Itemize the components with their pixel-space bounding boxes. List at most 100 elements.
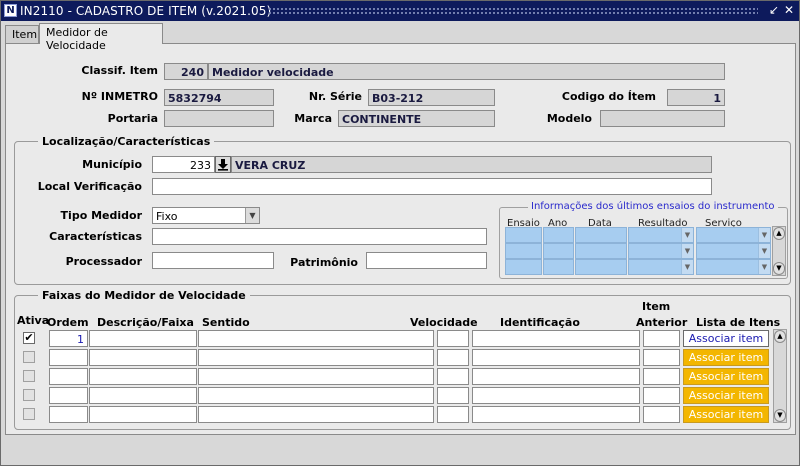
chevron-down-icon: ▼ — [758, 244, 770, 258]
classif-item-label: Classif. Item — [81, 64, 158, 77]
ensaio-cell[interactable] — [505, 243, 542, 259]
sentido-input[interactable] — [198, 330, 434, 347]
minimize-icon[interactable]: ↙ — [767, 3, 781, 18]
marca-label: Marca — [294, 112, 332, 125]
sentido-input[interactable] — [198, 368, 434, 385]
title-bar: N IN2110 - CADASTRO DE ITEM (v.2021.05) … — [1, 1, 799, 21]
velocidade-input[interactable] — [437, 406, 469, 423]
scroll-down-icon[interactable]: ▼ — [773, 262, 785, 275]
caracteristicas-input[interactable] — [152, 228, 487, 245]
descricao-input[interactable] — [89, 349, 197, 366]
scroll-up-icon[interactable]: ▲ — [773, 227, 785, 240]
ano-cell[interactable] — [543, 259, 574, 275]
tab-item[interactable]: Item — [5, 25, 39, 43]
ensaio-cell[interactable] — [505, 227, 542, 243]
processador-input[interactable] — [152, 252, 274, 269]
col-anterior: Anterior — [636, 316, 688, 329]
serie-field: B03-212 — [368, 89, 495, 106]
velocidade-input[interactable] — [437, 387, 469, 404]
tipo-medidor-label: Tipo Medidor — [60, 209, 142, 222]
associar-item-button[interactable]: Associar item — [683, 387, 769, 404]
ativa-checkbox[interactable] — [23, 389, 35, 401]
servico-cell[interactable]: ▼ — [696, 259, 771, 275]
close-icon[interactable]: ✕ — [782, 3, 796, 18]
data-cell[interactable] — [575, 243, 627, 259]
descricao-input[interactable] — [89, 330, 197, 347]
inmetro-field: 5832794 — [164, 89, 274, 106]
velocidade-input[interactable] — [437, 368, 469, 385]
velocidade-input[interactable] — [437, 330, 469, 347]
resultado-cell[interactable]: ▼ — [628, 227, 694, 243]
municipio-code-input[interactable]: 233 — [152, 156, 215, 173]
associar-item-button[interactable]: Associar item — [683, 349, 769, 366]
sentido-input[interactable] — [198, 387, 434, 404]
servico-cell[interactable]: ▼ — [696, 243, 771, 259]
processador-label: Processador — [65, 255, 142, 268]
municipio-lookup-button[interactable] — [215, 156, 231, 173]
scroll-down-icon[interactable]: ▼ — [774, 409, 786, 422]
chevron-down-icon: ▼ — [681, 244, 693, 258]
identificacao-input[interactable] — [472, 349, 640, 366]
ano-cell[interactable] — [543, 243, 574, 259]
item-anterior-input[interactable] — [643, 406, 680, 423]
ativa-checkbox[interactable]: ✔ — [23, 332, 35, 344]
scroll-up-icon[interactable]: ▲ — [774, 330, 786, 343]
item-anterior-input[interactable] — [643, 330, 680, 347]
descricao-input[interactable] — [89, 406, 197, 423]
identificacao-input[interactable] — [472, 330, 640, 347]
ativa-checkbox[interactable] — [23, 370, 35, 382]
ordem-input[interactable]: 1 — [49, 330, 88, 347]
velocidade-input[interactable] — [437, 349, 469, 366]
col-ativa: Ativa — [17, 314, 50, 327]
associar-item-button[interactable]: Associar item — [683, 368, 769, 385]
window-title: IN2110 - CADASTRO DE ITEM (v.2021.05) — [20, 4, 272, 18]
servico-cell[interactable]: ▼ — [696, 227, 771, 243]
patrimonio-label: Patrimônio — [290, 256, 358, 269]
descricao-input[interactable] — [89, 387, 197, 404]
tab-medidor-velocidade[interactable]: Medidor de Velocidade — [39, 23, 163, 52]
item-anterior-input[interactable] — [643, 368, 680, 385]
col-lista-itens: Lista de Itens — [696, 316, 781, 329]
sentido-input[interactable] — [198, 406, 434, 423]
item-anterior-input[interactable] — [643, 387, 680, 404]
item-anterior-input[interactable] — [643, 349, 680, 366]
resultado-cell[interactable]: ▼ — [628, 259, 694, 275]
ano-cell[interactable] — [543, 227, 574, 243]
resultado-cell[interactable]: ▼ — [628, 243, 694, 259]
col-item-top-label: Item — [642, 300, 671, 313]
marca-field: CONTINENTE — [338, 110, 495, 127]
identificacao-input[interactable] — [472, 406, 640, 423]
ordem-input[interactable] — [49, 368, 88, 385]
ativa-checkbox[interactable] — [23, 351, 35, 363]
chevron-down-icon: ▼ — [758, 228, 770, 242]
ordem-input[interactable] — [49, 349, 88, 366]
associar-item-button[interactable]: Associar item — [683, 406, 769, 423]
ensaios-scrollbar[interactable]: ▲ ▼ — [772, 226, 786, 276]
patrimonio-input[interactable] — [366, 252, 487, 269]
app-window: N IN2110 - CADASTRO DE ITEM (v.2021.05) … — [0, 0, 800, 466]
identificacao-input[interactable] — [472, 387, 640, 404]
faixas-scrollbar[interactable]: ▲ ▼ — [773, 329, 787, 423]
title-bar-texture — [268, 7, 758, 15]
data-cell[interactable] — [575, 259, 627, 275]
sentido-input[interactable] — [198, 349, 434, 366]
data-cell[interactable] — [575, 227, 627, 243]
descricao-input[interactable] — [89, 368, 197, 385]
ordem-input[interactable] — [49, 387, 88, 404]
codigo-item-label: Codigo do Ítem — [561, 90, 656, 103]
identificacao-input[interactable] — [472, 368, 640, 385]
download-arrow-icon — [218, 159, 228, 171]
local-verificacao-input[interactable] — [152, 178, 712, 195]
associar-item-button[interactable]: Associar item — [683, 330, 769, 347]
municipio-label: Município — [82, 158, 142, 171]
ordem-input[interactable] — [49, 406, 88, 423]
tipo-medidor-select[interactable]: Fixo ▼ — [152, 207, 260, 224]
col-sentido: Sentido — [202, 316, 250, 329]
ensaio-cell[interactable] — [505, 259, 542, 275]
modelo-field — [600, 110, 725, 127]
ativa-checkbox[interactable] — [23, 408, 35, 420]
municipio-name-field: VERA CRUZ — [231, 156, 712, 173]
classif-code-field: 240 — [164, 63, 208, 80]
portaria-label: Portaria — [107, 112, 158, 125]
status-bar — [5, 438, 796, 463]
